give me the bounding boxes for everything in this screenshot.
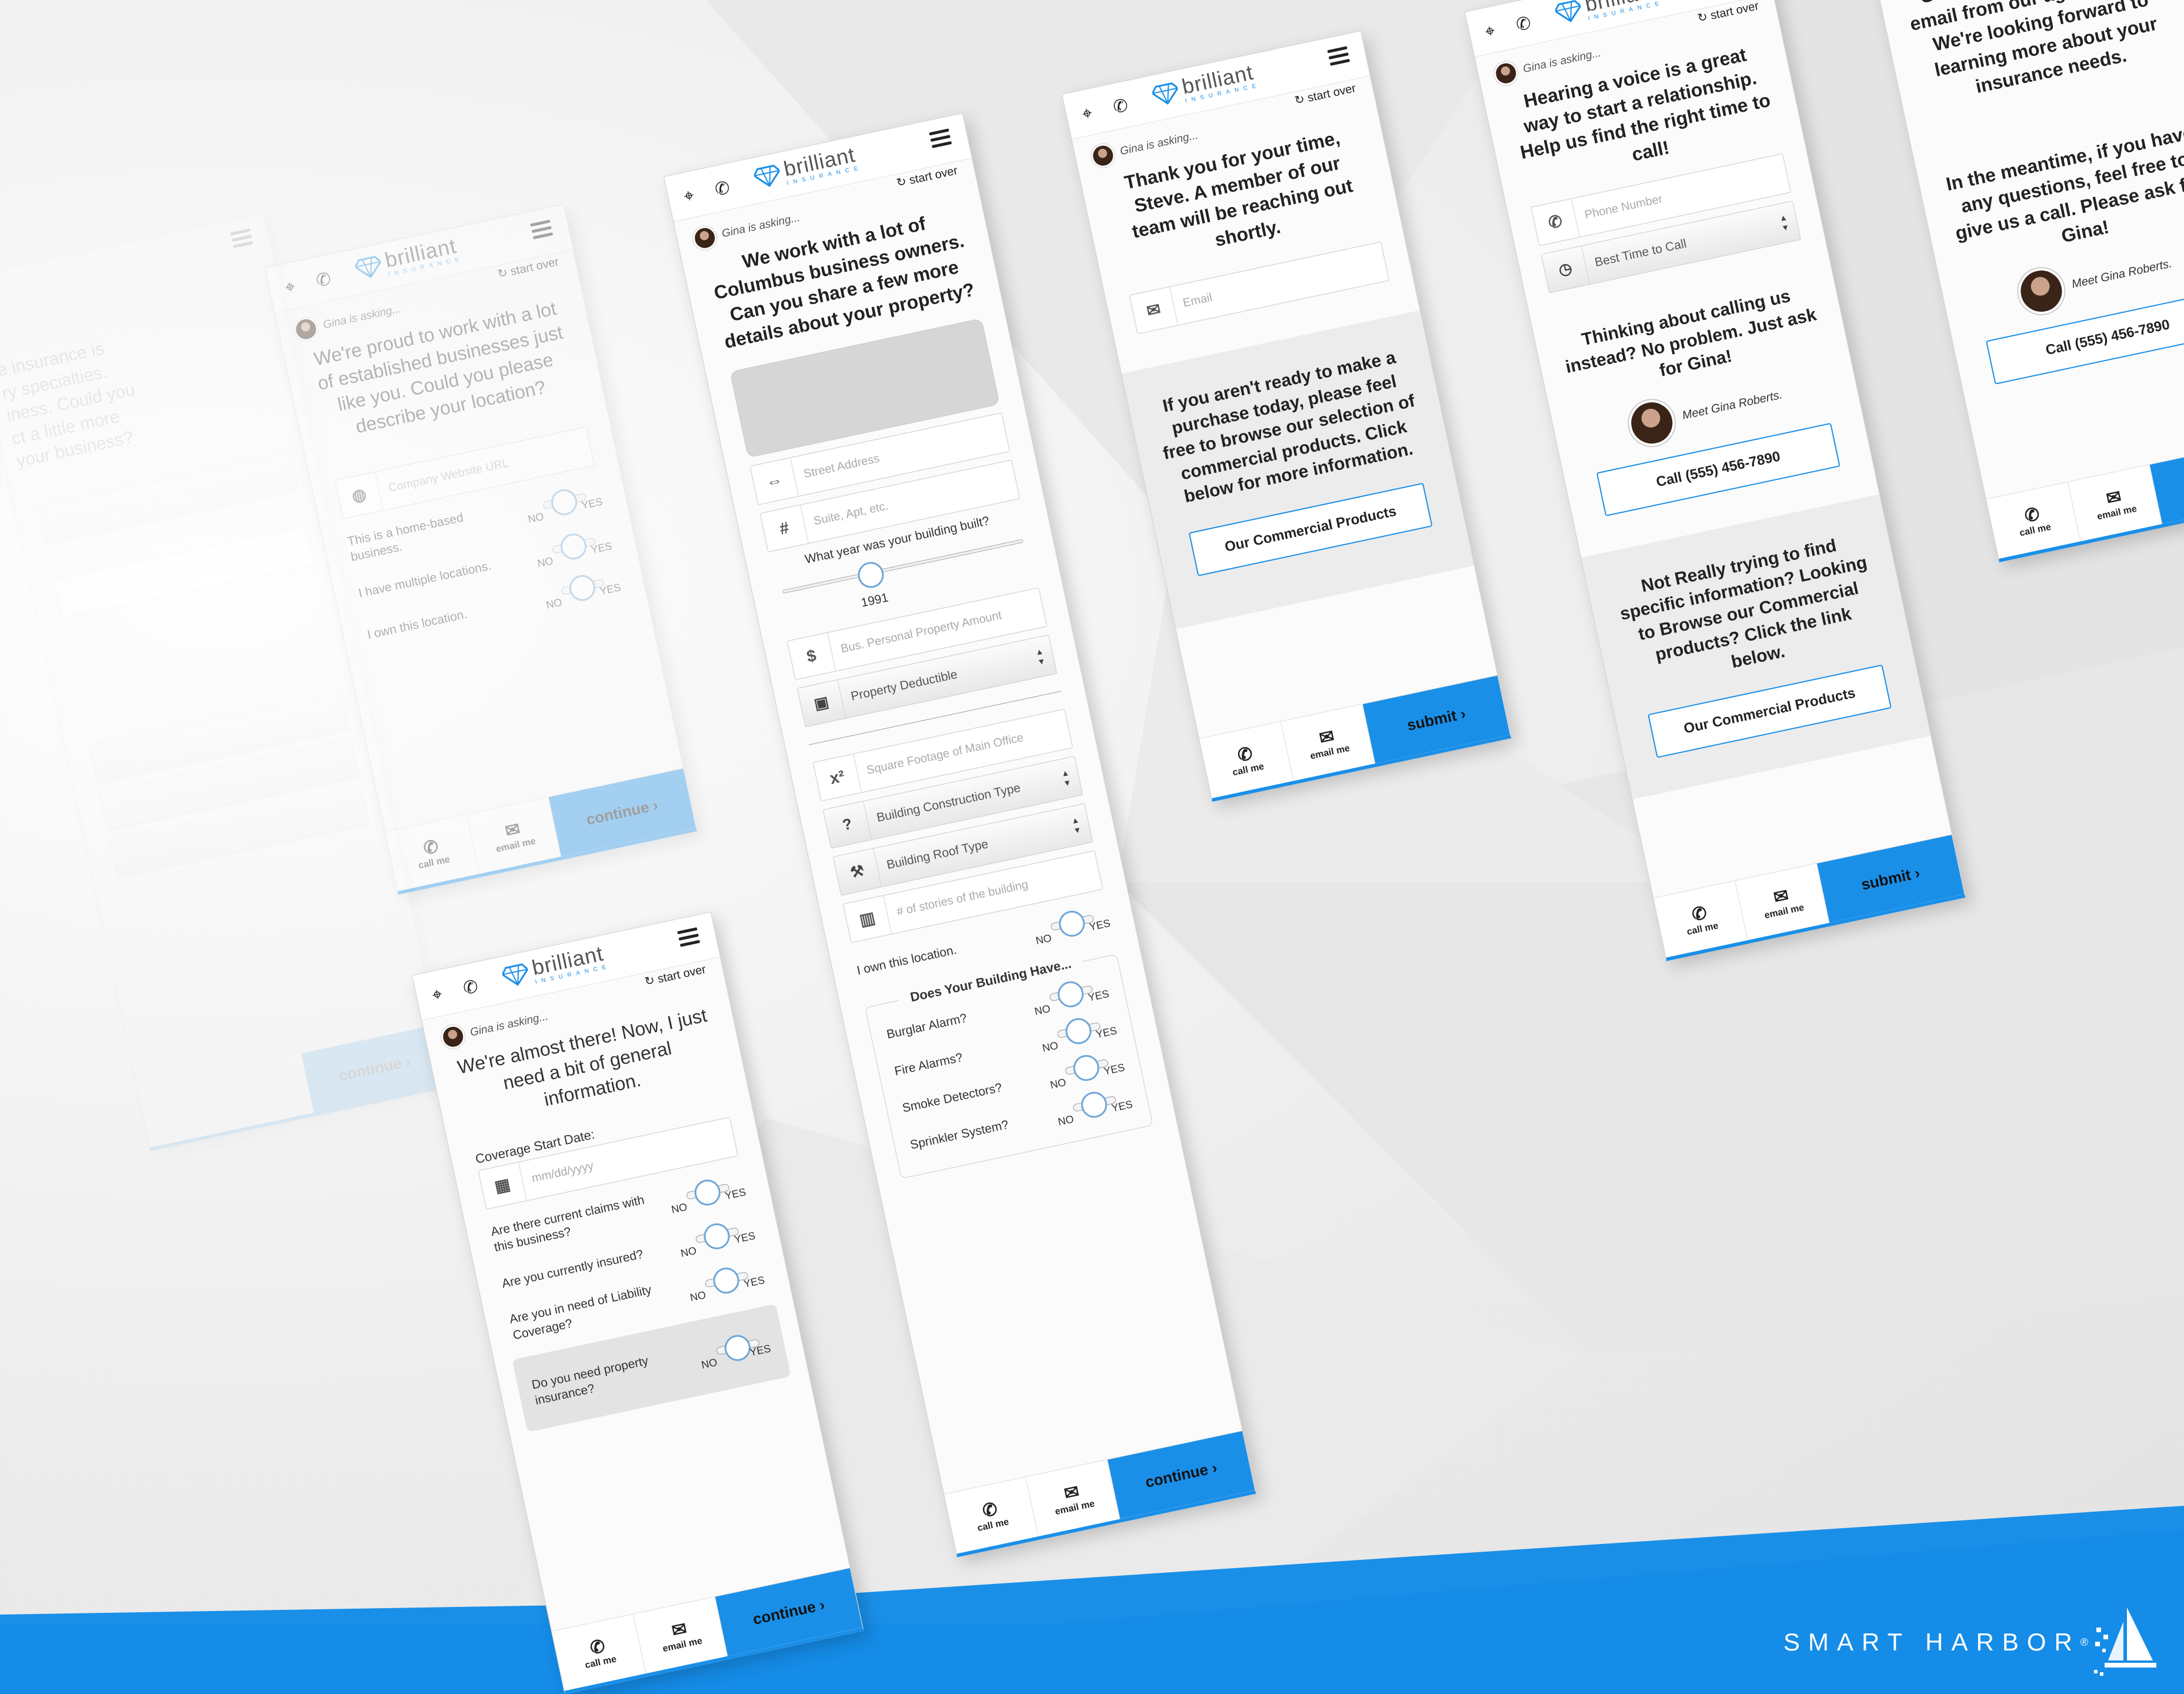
own-location-toggle[interactable]: NO YES [542, 568, 622, 611]
phone-icon: ✆ [421, 836, 441, 859]
hamburger-menu-icon[interactable] [929, 128, 952, 151]
smoke-detectors-toggle[interactable]: NO YES [1046, 1049, 1126, 1091]
squared-icon: x² [813, 754, 862, 801]
own-location-toggle[interactable]: NO YES [1032, 904, 1112, 947]
question-icon: ? [823, 801, 872, 848]
dollar-icon: $ [787, 632, 836, 679]
call-me-button[interactable]: ✆ call me [944, 1477, 1039, 1554]
toggle-label: Smoke Detectors? [901, 1081, 1003, 1116]
diamond-icon [1554, 0, 1582, 22]
home-based-toggle[interactable]: NO YES [524, 483, 604, 525]
slider-handle[interactable] [855, 559, 886, 591]
phone-icon[interactable]: ✆ [713, 178, 731, 200]
call-me-button[interactable]: ✆ call me [1653, 881, 1748, 958]
toggle-label: I have multiple locations. [357, 559, 493, 601]
globe-icon: ◍ [335, 472, 384, 519]
brand-name: SMART HARBOR [1783, 1628, 2080, 1656]
calendar-icon: ▦ [478, 1162, 527, 1209]
registered-mark: ® [2080, 1636, 2089, 1648]
email-me-button[interactable]: ✉ email me [633, 1596, 728, 1674]
toggle-label: I own this location. [366, 607, 469, 642]
phone-icon: ✆ [1531, 199, 1580, 246]
currently-insured-toggle[interactable]: NO YES [676, 1217, 757, 1259]
hash-icon: # [760, 505, 809, 552]
avatar [439, 1022, 468, 1051]
avatar [292, 315, 321, 344]
phone-icon: ✆ [981, 1499, 999, 1521]
map-pin-icon[interactable]: ⌖ [1081, 103, 1094, 124]
toggle-label: Sprinkler System? [909, 1118, 1010, 1152]
building-icon: ▥ [843, 895, 892, 942]
toggle-label: I own this location. [855, 943, 958, 978]
diamond-icon [501, 963, 529, 986]
phone-icon: ✆ [1236, 743, 1255, 766]
call-me-button[interactable]: ✆ call me [1199, 721, 1294, 799]
email-me-button[interactable]: ✉ email me [1026, 1459, 1121, 1536]
hamburger-menu-icon[interactable] [530, 219, 553, 242]
email-me-button[interactable]: ✉ email me [2068, 465, 2163, 542]
call-me-button[interactable]: ✆ call me [1986, 482, 2081, 559]
avatar [1492, 59, 1521, 88]
diamond-icon [1151, 82, 1179, 105]
toggle-label: Fire Alarms? [893, 1051, 964, 1079]
hamburger-menu-icon[interactable] [1327, 46, 1351, 69]
email-me-button[interactable]: ✉ email me [466, 797, 562, 874]
phone-icon: ✆ [588, 1636, 607, 1659]
sailboat-icon [2094, 1608, 2157, 1676]
envelope-icon: ✉ [2104, 486, 2123, 509]
envelope-icon: ✉ [670, 1619, 689, 1641]
toggle-label: Burglar Alarm? [885, 1011, 969, 1042]
email-me-button[interactable]: ✉ email me [1281, 704, 1376, 781]
phone-icon[interactable]: ✆ [1514, 13, 1532, 35]
avatar [691, 224, 719, 252]
avatar [1625, 395, 1679, 451]
clock-icon: ◷ [1541, 246, 1590, 293]
map-pin-icon[interactable]: ⌖ [682, 185, 696, 206]
call-me-button[interactable]: ✆ call me [385, 814, 480, 892]
map-pin-icon[interactable]: ⌖ [284, 276, 297, 298]
signpost-icon: ⇔ [750, 458, 799, 505]
envelope-icon: ✉ [1062, 1481, 1081, 1504]
email-me-button[interactable]: ✉ email me [1735, 863, 1830, 941]
diamond-icon [753, 165, 781, 187]
cash-icon: ▣ [797, 680, 846, 727]
diamond-icon [354, 256, 382, 278]
envelope-icon: ✉ [1772, 885, 1790, 908]
burglar-alarm-toggle[interactable]: NO YES [1030, 975, 1111, 1018]
phone-icon[interactable]: ✆ [461, 976, 479, 999]
building-features-group: Does Your Building Have... Burglar Alarm… [865, 953, 1153, 1179]
sprinkler-system-toggle[interactable]: NO YES [1053, 1085, 1134, 1128]
fire-alarms-toggle[interactable]: NO YES [1038, 1012, 1119, 1054]
multiple-locations-toggle[interactable]: NO YES [533, 527, 613, 569]
current-claims-toggle[interactable]: NO YES [667, 1173, 748, 1216]
phone-icon[interactable]: ✆ [1111, 95, 1129, 118]
liability-coverage-toggle[interactable]: NO YES [686, 1261, 766, 1303]
map-pin-icon[interactable]: ⌖ [1483, 21, 1497, 42]
property-insurance-toggle[interactable]: NO YES [697, 1330, 772, 1371]
envelope-icon: ✉ [1317, 726, 1336, 748]
toggle-label: Do you need property insurance? [531, 1353, 650, 1408]
year-built-value: 1991 [859, 591, 890, 610]
phone-icon: ✆ [2022, 503, 2042, 526]
hamburger-menu-icon[interactable] [677, 927, 701, 950]
phone-icon: ✆ [1690, 902, 1709, 925]
toggle-label: Are you currently insured? [501, 1247, 645, 1290]
map-pin-icon[interactable]: ⌖ [431, 984, 444, 1005]
envelope-icon: ✉ [1129, 286, 1178, 334]
smart-harbor-logo: SMART HARBOR ® [1783, 1604, 2162, 1680]
avatar [2014, 264, 2069, 319]
wrench-icon: ⚒ [833, 848, 882, 895]
confirmation-text: Great, you will receive an email from ou… [1908, 0, 2163, 98]
phone-icon[interactable]: ✆ [314, 269, 332, 291]
envelope-icon: ✉ [503, 819, 522, 842]
avatar [1089, 141, 1118, 170]
hamburger-menu-icon [230, 228, 254, 251]
call-me-button[interactable]: ✆ call me [552, 1614, 646, 1691]
